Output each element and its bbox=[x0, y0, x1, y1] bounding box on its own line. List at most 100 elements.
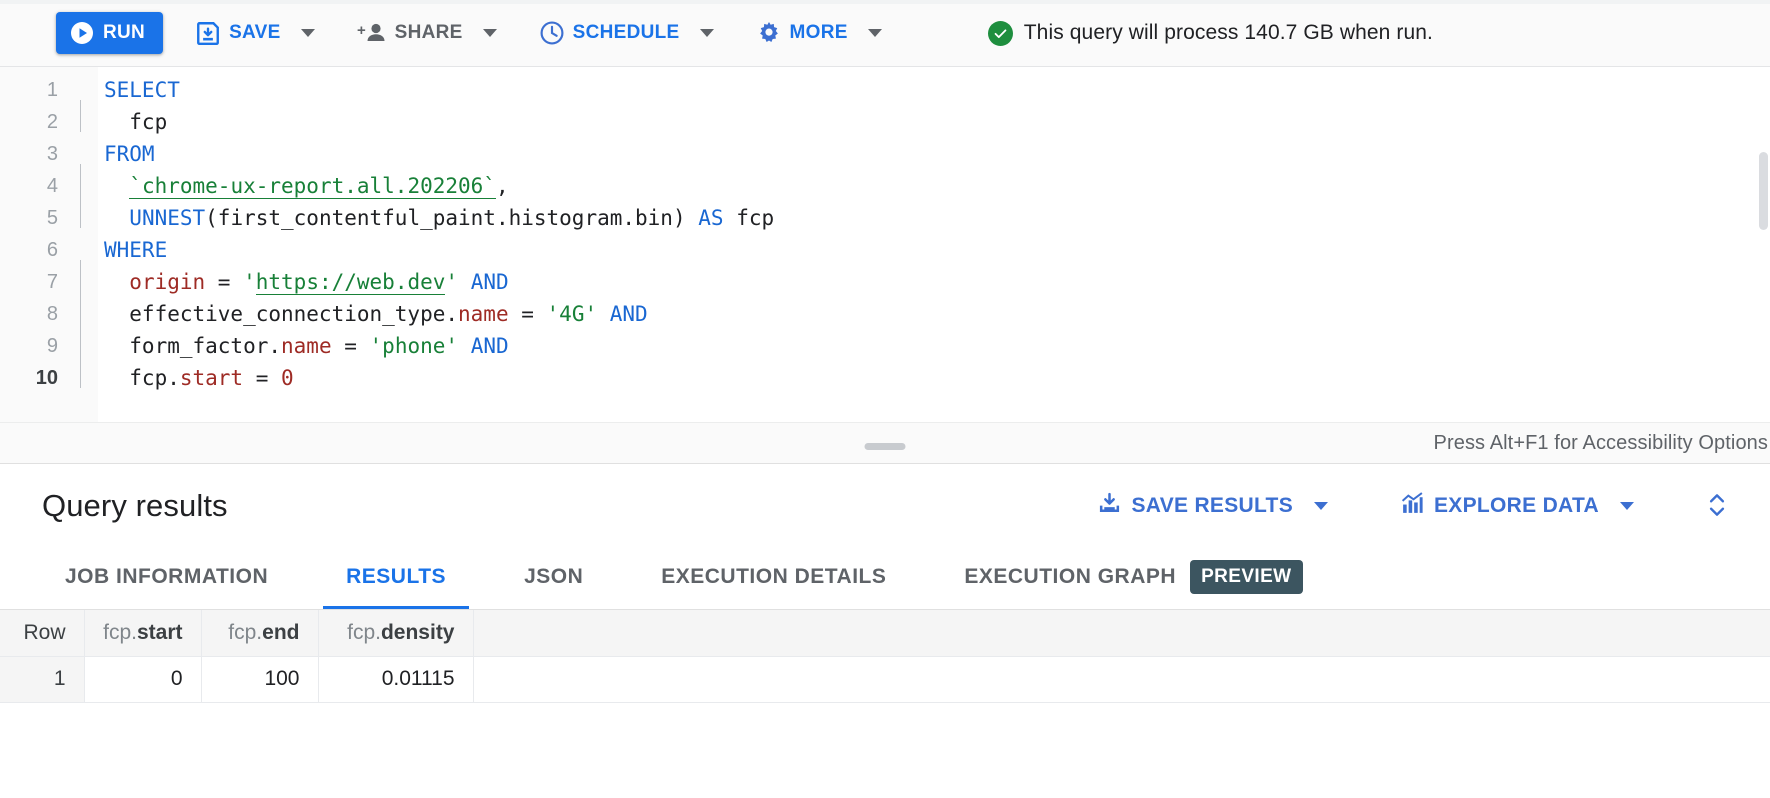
code-line[interactable]: 3FROM bbox=[0, 138, 1770, 170]
table-row[interactable]: 101000.01115 bbox=[0, 656, 1770, 702]
tab-execution-graph[interactable]: EXECUTION GRAPHPREVIEW bbox=[941, 548, 1325, 609]
tab-execution-details[interactable]: EXECUTION DETAILS bbox=[638, 548, 909, 609]
chevron-down-icon[interactable] bbox=[868, 29, 882, 37]
code-line[interactable]: 8 effective_connection_type.name = '4G' … bbox=[0, 298, 1770, 330]
code-token: = bbox=[509, 302, 547, 326]
code-line[interactable]: 9 form_factor.name = 'phone' AND bbox=[0, 330, 1770, 362]
column-header[interactable]: Row bbox=[0, 610, 84, 656]
explore-data-button[interactable]: EXPLORE DATA bbox=[1390, 484, 1644, 528]
results-tabs[interactable]: JOB INFORMATION RESULTS JSON EXECUTION DETA… bbox=[0, 548, 1770, 610]
schedule-button[interactable]: SCHEDULE bbox=[529, 12, 724, 54]
code-line-text[interactable]: form_factor.name = 'phone' AND bbox=[78, 330, 1770, 362]
code-token bbox=[458, 270, 471, 294]
column-name: start bbox=[137, 621, 183, 644]
accessibility-hint: Press Alt+F1 for Accessibility Options bbox=[1434, 432, 1770, 455]
line-number: 9 bbox=[0, 330, 78, 362]
check-circle-icon bbox=[988, 21, 1013, 46]
editor-resize-handle[interactable] bbox=[865, 443, 906, 450]
code-token: origin bbox=[129, 270, 205, 294]
svg-text:+: + bbox=[357, 22, 366, 39]
sql-code-area[interactable]: 1SELECT2 fcp3FROM4 `chrome-ux-report.all… bbox=[0, 67, 1770, 394]
more-button-label: MORE bbox=[790, 22, 848, 44]
code-line-text[interactable]: FROM bbox=[78, 138, 1770, 170]
code-token: https://web.dev bbox=[256, 270, 446, 295]
tab-label: EXECUTION DETAILS bbox=[661, 565, 886, 589]
code-token: name bbox=[458, 302, 509, 326]
clock-icon bbox=[539, 20, 565, 46]
column-name: Row bbox=[23, 621, 65, 644]
code-token: SELECT bbox=[104, 78, 180, 102]
code-line[interactable]: 6WHERE bbox=[0, 234, 1770, 266]
tab-job-information[interactable]: JOB INFORMATION bbox=[42, 548, 291, 609]
editor-vertical-scrollbar[interactable] bbox=[1759, 152, 1768, 230]
column-name: end bbox=[262, 621, 299, 644]
run-button[interactable]: RUN bbox=[56, 12, 163, 54]
chevron-down-icon[interactable] bbox=[483, 29, 497, 37]
code-token: ' bbox=[445, 270, 458, 294]
code-token: fcp bbox=[104, 110, 167, 134]
share-button[interactable]: + SHARE bbox=[347, 12, 507, 54]
code-token: = bbox=[205, 270, 243, 294]
code-line[interactable]: 7 origin = 'https://web.dev' AND bbox=[0, 266, 1770, 298]
code-line-text[interactable]: effective_connection_type.name = '4G' AN… bbox=[78, 298, 1770, 330]
line-number: 7 bbox=[0, 266, 78, 298]
column-header[interactable]: fcp.start bbox=[84, 610, 201, 656]
code-line-text[interactable]: fcp.start = 0 bbox=[78, 362, 1770, 394]
save-results-button[interactable]: SAVE RESULTS bbox=[1087, 484, 1338, 528]
code-line-text[interactable]: `chrome-ux-report.all.202206`, bbox=[78, 170, 1770, 202]
code-token: AND bbox=[610, 302, 648, 326]
sql-editor[interactable]: 1SELECT2 fcp3FROM4 `chrome-ux-report.all… bbox=[0, 67, 1770, 422]
chevron-down-icon[interactable] bbox=[301, 29, 315, 37]
column-prefix: fcp. bbox=[103, 621, 137, 644]
query-toolbar: RUN SAVE + SHARE bbox=[0, 0, 1770, 67]
code-token bbox=[458, 334, 471, 358]
column-header-filler bbox=[473, 610, 1770, 656]
line-number: 3 bbox=[0, 138, 78, 170]
preview-badge: PREVIEW bbox=[1190, 560, 1302, 594]
code-line[interactable]: 2 fcp bbox=[0, 106, 1770, 138]
code-line-text[interactable]: fcp bbox=[78, 106, 1770, 138]
code-token: ' bbox=[243, 270, 256, 294]
gear-icon bbox=[756, 20, 782, 46]
tab-results[interactable]: RESULTS bbox=[323, 548, 469, 609]
code-token bbox=[104, 206, 129, 230]
results-table-body: 101000.01115 bbox=[0, 656, 1770, 702]
chevron-down-icon[interactable] bbox=[1314, 502, 1328, 510]
column-header[interactable]: fcp.density bbox=[318, 610, 473, 656]
table-cell: 0.01115 bbox=[318, 656, 473, 702]
explore-data-label: EXPLORE DATA bbox=[1434, 494, 1599, 518]
expand-results-button[interactable] bbox=[1700, 486, 1734, 527]
column-header[interactable]: fcp.end bbox=[201, 610, 318, 656]
query-results-header: Query results SAVE RESULTS bbox=[0, 464, 1770, 548]
tab-label: JSON bbox=[524, 565, 583, 589]
code-token: = bbox=[332, 334, 370, 358]
code-line-text[interactable]: WHERE bbox=[78, 234, 1770, 266]
tab-label: JOB INFORMATION bbox=[65, 565, 268, 589]
row-number-cell: 1 bbox=[0, 656, 84, 702]
more-button[interactable]: MORE bbox=[746, 12, 892, 54]
results-table-head: Rowfcp.startfcp.endfcp.density bbox=[0, 610, 1770, 656]
code-line[interactable]: 10 fcp.start = 0 bbox=[0, 362, 1770, 394]
code-token: form_factor. bbox=[104, 334, 281, 358]
code-line-text[interactable]: UNNEST(first_contentful_paint.histogram.… bbox=[78, 202, 1770, 234]
page-title: Query results bbox=[42, 488, 228, 524]
code-token: UNNEST bbox=[129, 206, 205, 230]
query-size-text: This query will process 140.7 GB when ru… bbox=[1024, 21, 1433, 45]
tab-json[interactable]: JSON bbox=[501, 548, 606, 609]
chevron-down-icon[interactable] bbox=[700, 29, 714, 37]
code-token bbox=[597, 302, 610, 326]
play-icon bbox=[70, 21, 94, 45]
code-token: = bbox=[243, 366, 281, 390]
results-table: Rowfcp.startfcp.endfcp.density 101000.01… bbox=[0, 610, 1770, 703]
code-token: WHERE bbox=[104, 238, 167, 262]
column-prefix: fcp. bbox=[347, 621, 381, 644]
save-button-label: SAVE bbox=[229, 22, 281, 44]
code-line[interactable]: 4 `chrome-ux-report.all.202206`, bbox=[0, 170, 1770, 202]
code-line[interactable]: 5 UNNEST(first_contentful_paint.histogra… bbox=[0, 202, 1770, 234]
chevron-down-icon[interactable] bbox=[1620, 502, 1634, 510]
code-token: name bbox=[281, 334, 332, 358]
code-line-text[interactable]: SELECT bbox=[78, 74, 1770, 106]
save-button[interactable]: SAVE bbox=[185, 12, 325, 54]
code-line-text[interactable]: origin = 'https://web.dev' AND bbox=[78, 266, 1770, 298]
code-line[interactable]: 1SELECT bbox=[0, 74, 1770, 106]
